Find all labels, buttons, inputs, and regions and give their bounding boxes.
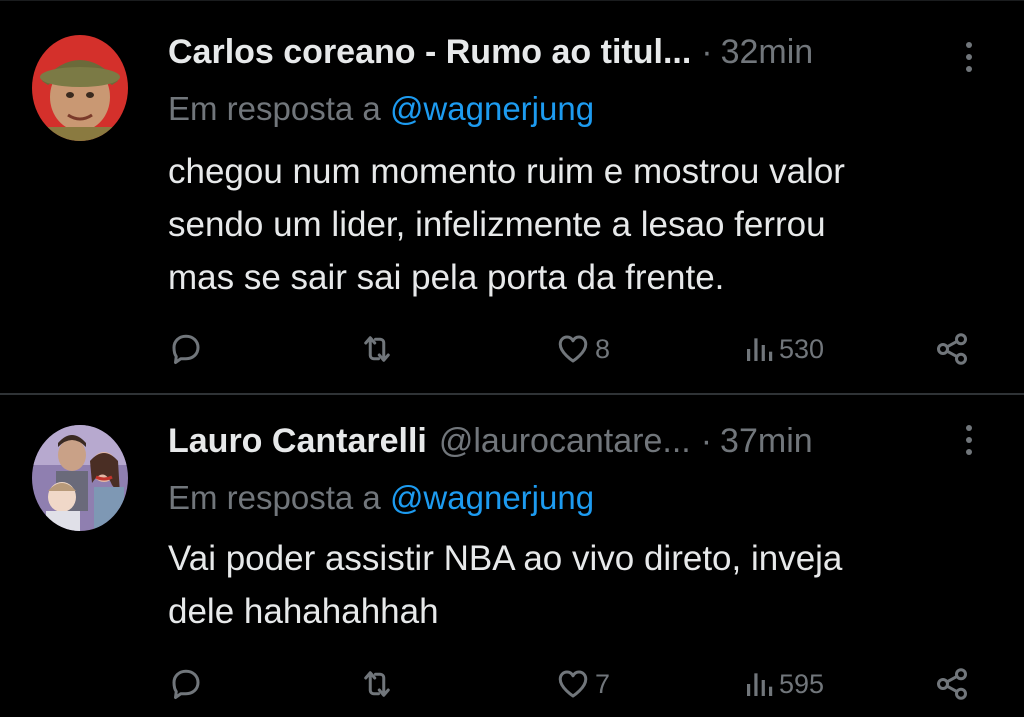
reply-mention-link[interactable]: @wagnerjung [390,90,594,127]
views-count: 530 [779,333,825,364]
retweet-button[interactable] [358,329,396,369]
avatar-image [32,425,128,531]
reply-timeline: Carlos coreano - Rumo ao titul... · 32mi… [0,0,1024,717]
like-count: 7 [595,668,611,699]
like-button[interactable]: 8 [555,329,610,369]
more-icon[interactable] [966,425,974,461]
timestamp[interactable]: 32min [721,33,814,72]
avatar[interactable] [32,35,128,141]
tweet-text: chegou num momento ruim e mostrou valor … [168,145,988,304]
retweet-button[interactable] [358,664,396,704]
reply-button[interactable] [168,329,204,369]
tweet-header: Carlos coreano - Rumo ao titul... · 32mi… [168,32,813,72]
avatar[interactable] [32,425,128,531]
reply-context: Em resposta a @wagnerjung [168,90,594,128]
like-count: 8 [595,333,611,364]
views-button[interactable]: 530 [743,329,824,369]
tweet-header: Lauro Cantarelli @laurocantare... · 37mi… [168,421,813,461]
reply-context: Em resposta a @wagnerjung [168,479,594,517]
action-bar: 8 530 [0,329,1024,369]
tweet-text-line: chegou num momento ruim e mostrou valor [168,152,845,191]
views-icon [747,673,773,696]
retweet-icon [364,336,390,362]
author-name[interactable]: Lauro Cantarelli [168,422,427,461]
author-handle[interactable]: @laurocantare... [439,422,691,461]
reply-mention-link[interactable]: @wagnerjung [390,479,594,516]
separator-dot: · [701,32,713,71]
like-icon [558,670,588,698]
share-button[interactable] [934,664,970,704]
author-name[interactable]: Carlos coreano - Rumo ao titul... [168,33,691,72]
reply-icon [172,669,200,699]
reply-button[interactable] [168,664,204,704]
reply-prefix: Em resposta a [168,479,381,516]
views-button[interactable]: 595 [743,664,824,704]
like-button[interactable]: 7 [555,664,610,704]
tweet[interactable]: Carlos coreano - Rumo ao titul... · 32mi… [0,0,1024,393]
tweet-text-line: sendo um lider, infelizmente a lesao fer… [168,205,826,244]
like-icon [558,335,588,363]
reply-icon [172,334,200,364]
views-count: 595 [779,668,825,699]
tweet-text-line: Vai poder assistir NBA ao vivo direto, i… [168,539,843,578]
avatar-image [32,35,128,141]
timestamp[interactable]: 37min [720,422,813,461]
separator-dot: · [700,421,713,460]
tweet-text-line: mas se sair sai pela porta da frente. [168,258,725,297]
share-icon [937,333,967,365]
reply-prefix: Em resposta a [168,90,381,127]
tweet[interactable]: Lauro Cantarelli @laurocantare... · 37mi… [0,395,1024,717]
tweet-text: Vai poder assistir NBA ao vivo direto, i… [168,532,988,638]
share-button[interactable] [934,329,970,369]
more-icon[interactable] [966,42,974,78]
views-icon [747,338,773,361]
share-icon [937,668,967,700]
retweet-icon [364,671,390,697]
tweet-text-line: dele hahahahhah [168,592,439,631]
action-bar: 7 595 [0,664,1024,704]
